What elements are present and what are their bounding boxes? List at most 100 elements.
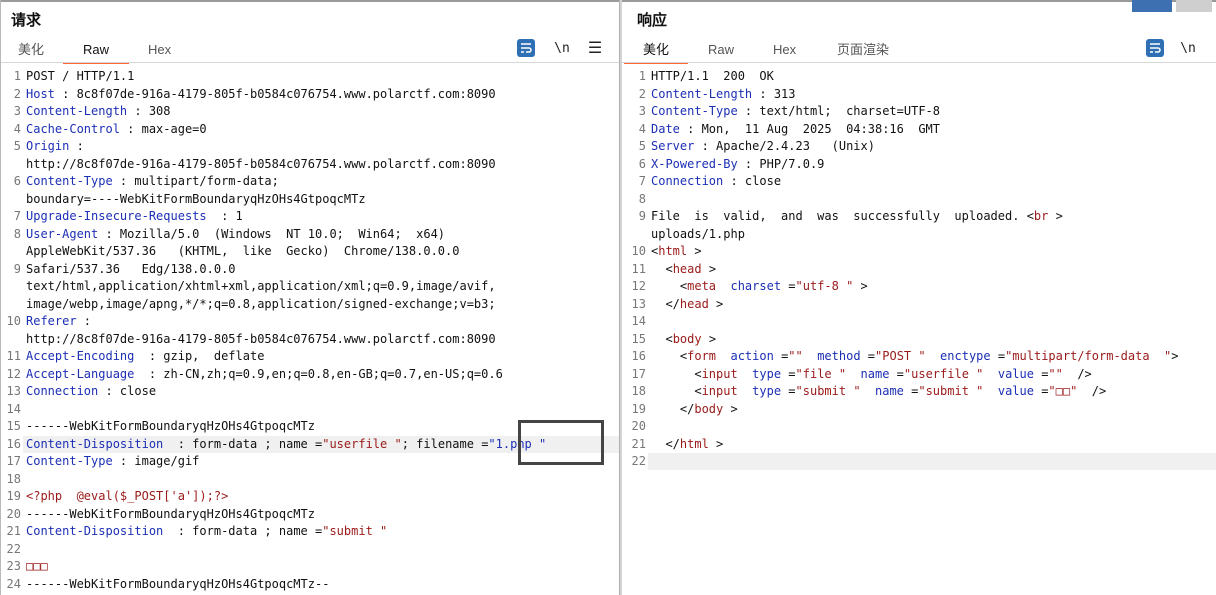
tab-raw[interactable]: Raw [63, 40, 129, 64]
response-pane: 响应 美化 Raw Hex 页面渲染 \n 1 HTTP/1.1 200 OK 2 C… [622, 0, 1216, 595]
layout-toggle-alt-icon[interactable] [1176, 0, 1212, 12]
line-number: 19 [6, 489, 21, 503]
line-number: 15 [631, 331, 646, 346]
line-number: 16 [6, 436, 21, 451]
line-number: 9 [13, 261, 21, 276]
pane-top-border [622, 0, 1216, 2]
code-line: ------WebKitFormBoundaryqHzOHs4GtpoqcMTz [26, 507, 315, 521]
newline-toggle[interactable]: \n [1178, 38, 1198, 58]
code-token: : multipart/form-data; [112, 174, 279, 188]
code-token: Content-Disposition [26, 436, 164, 451]
newline-toggle[interactable]: \n [552, 38, 572, 58]
tab-divider [622, 62, 1216, 63]
code-token: /> [1062, 366, 1092, 381]
text-wrap-icon[interactable] [516, 38, 536, 58]
code-token: http://8c8f07de-916a-4179-805f-b0584c076… [26, 331, 496, 346]
request-title: 请求 [11, 12, 42, 29]
tab-raw[interactable]: Raw [708, 40, 734, 62]
line-number: 5 [638, 139, 646, 153]
text-wrap-icon[interactable] [1145, 38, 1165, 58]
code-token: < [651, 349, 688, 363]
code-token: : Mozilla/5.0 (Windows NT 10.0; Win64; x… [98, 226, 446, 241]
tab-hex[interactable]: Hex [148, 40, 171, 62]
code-line: X-Powered-By : PHP/7.0.9 [651, 157, 824, 171]
tab-hex[interactable]: Hex [773, 40, 796, 62]
code-token: charset [730, 279, 782, 293]
tab-divider [1, 62, 619, 63]
code-token: : 313 [752, 86, 796, 101]
code-line: <input type ="file " name ="userfile " v… [651, 366, 1092, 381]
tab-pretty[interactable]: 美化 [18, 40, 44, 62]
pane-top-border [1, 0, 619, 2]
code-token: "submit " [918, 384, 984, 398]
line-number: 21 [631, 436, 646, 451]
code-token: type [752, 366, 782, 381]
line-number: 16 [631, 349, 646, 363]
annotation-highlight-box [518, 420, 604, 465]
code-token: method [817, 349, 861, 363]
menu-icon[interactable]: ☰ [585, 38, 605, 58]
line-number: 4 [13, 121, 21, 136]
code-line: Connection : close [651, 174, 781, 188]
request-editor[interactable]: 1 POST / HTTP/1.1 2 Host : 8c8f07de-916a-41… [1, 67, 619, 595]
code-token: HTTP/1.1 200 OK [651, 69, 774, 83]
line-number: 12 [6, 366, 21, 381]
line-number: 20 [631, 419, 646, 433]
code-token: meta [687, 279, 717, 293]
code-line: ------WebKitFormBoundaryqHzOHs4GtpoqcMTz… [26, 577, 329, 591]
code-token: : 1 [206, 209, 243, 223]
tab-render[interactable]: 页面渲染 [837, 40, 889, 62]
code-token: html [658, 244, 688, 258]
code-token: < [651, 279, 688, 293]
code-line: □□□ [26, 559, 48, 573]
code-token: File is valid, and was successfully uplo… [651, 209, 1027, 223]
code-token: POST / HTTP/1.1 [26, 69, 135, 83]
code-token: </ [651, 436, 680, 451]
code-token: Connection [651, 174, 724, 188]
line-number: 6 [13, 174, 21, 188]
code-token: : 8c8f07de-916a-4179-805f-b0584c076754.w… [54, 86, 496, 101]
code-token: : 308 [127, 104, 171, 118]
line-number: 10 [6, 314, 21, 328]
tab-pretty[interactable]: 美化 [624, 40, 688, 64]
code-token: > [687, 244, 702, 258]
code-line: Content-Type : image/gif [26, 454, 199, 468]
code-line: <body > [651, 332, 716, 346]
code-line: text/html,application/xhtml+xml,applicat… [26, 279, 496, 293]
code-token: Host [26, 86, 55, 101]
code-token: "file " [795, 366, 847, 381]
code-token: Connection [26, 384, 99, 398]
line-number: 11 [631, 261, 646, 276]
code-token: </ [651, 296, 680, 311]
response-editor[interactable]: 1 HTTP/1.1 200 OK 2 Content-Length : 313 3 Co… [626, 67, 1216, 595]
code-token: "" [788, 349, 803, 363]
code-token: > [701, 261, 717, 276]
code-token: = [860, 349, 876, 363]
code-line: POST / HTTP/1.1 [26, 69, 134, 83]
code-token: "userfile " [322, 436, 402, 451]
code-token: "submit " [322, 524, 388, 538]
layout-toggle-icon[interactable] [1132, 0, 1172, 12]
code-token: Content-Length [651, 86, 753, 101]
code-token: name [860, 366, 890, 381]
line-number: 21 [6, 524, 21, 538]
code-token: : Apache/2.4.23 (Unix) [694, 139, 875, 153]
code-line: <html > [651, 244, 702, 258]
code-token: = [990, 349, 1006, 363]
code-line: uploads/1.php [651, 227, 745, 241]
line-number: 13 [631, 296, 646, 311]
code-line: <form action ="" method ="POST " enctype… [651, 349, 1179, 363]
line-number: 8 [638, 191, 646, 206]
code-token: < [651, 261, 673, 276]
code-line: </body > [651, 402, 738, 416]
code-line: <input type ="submit " name ="submit " v… [651, 384, 1106, 398]
line-number: 6 [638, 156, 646, 171]
code-token: > [853, 279, 868, 293]
code-token: "□□" [1048, 384, 1078, 398]
code-line: Content-Type : text/html; charset=UTF-8 [651, 104, 940, 118]
code-token: ; filename = [401, 436, 489, 451]
